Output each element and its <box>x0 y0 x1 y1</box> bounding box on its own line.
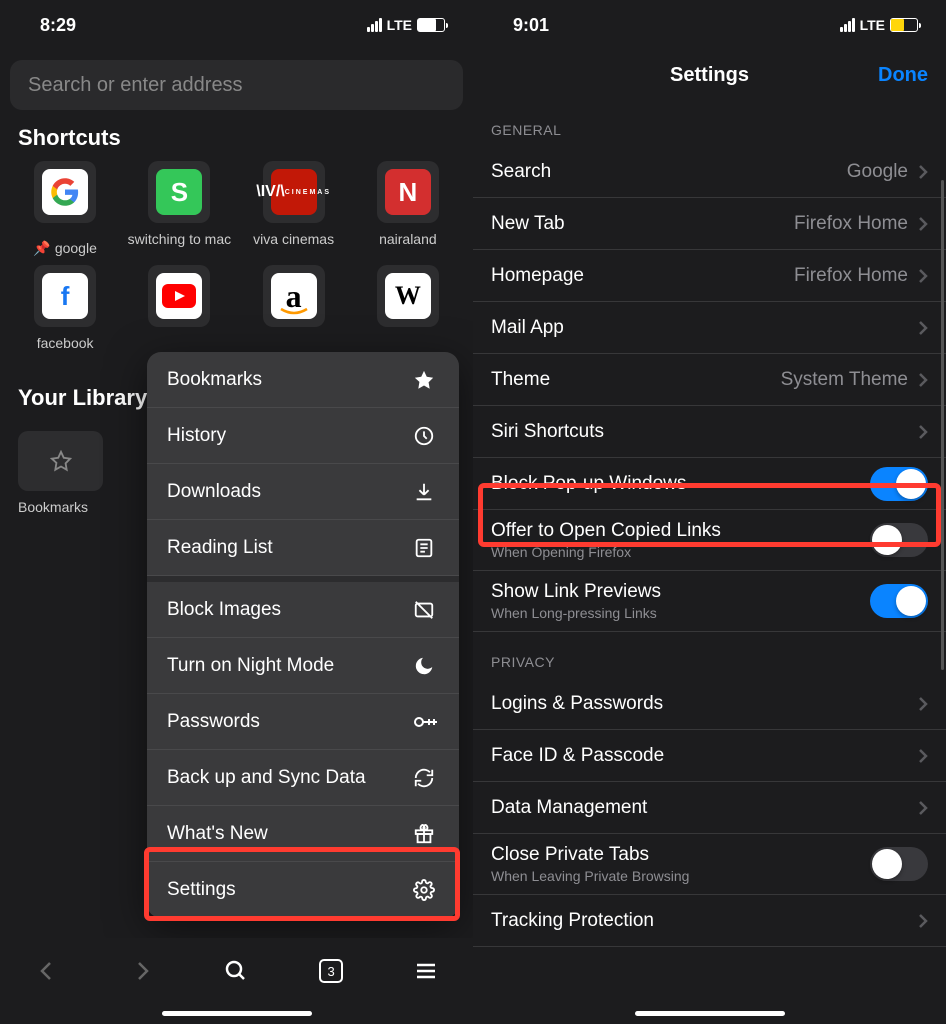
home-indicator <box>162 1011 312 1016</box>
sync-icon <box>413 767 439 789</box>
toggle-block-popups[interactable] <box>870 467 928 501</box>
tabs-button[interactable]: 3 <box>309 949 353 993</box>
shortcut-facebook[interactable]: f facebook <box>12 265 118 369</box>
privacy-caption: PRIVACY <box>473 632 946 678</box>
general-caption: GENERAL <box>473 100 946 146</box>
menu-passwords[interactable]: Passwords <box>147 694 459 750</box>
shortcut-switching[interactable]: S switching to mac <box>126 161 232 265</box>
menu-button[interactable] <box>404 949 448 993</box>
toggle-copied-links[interactable] <box>870 523 928 557</box>
menu-reading-list[interactable]: Reading List <box>147 520 459 576</box>
shortcuts-title: Shortcuts <box>0 125 473 161</box>
chevron-right-icon <box>918 216 928 232</box>
chevron-right-icon <box>918 164 928 180</box>
setting-siri[interactable]: Siri Shortcuts <box>473 406 946 458</box>
setting-link-previews[interactable]: Show Link PreviewsWhen Long-pressing Lin… <box>473 571 946 632</box>
menu-downloads[interactable]: Downloads <box>147 464 459 520</box>
signal-icon <box>840 18 855 32</box>
chevron-right-icon <box>918 372 928 388</box>
reading-icon <box>413 537 439 559</box>
battery-icon <box>417 18 445 32</box>
status-indicators: LTE <box>367 17 445 33</box>
library-bookmarks-tile[interactable] <box>18 431 103 491</box>
download-icon <box>413 481 439 503</box>
setting-copied-links[interactable]: Offer to Open Copied LinksWhen Opening F… <box>473 510 946 571</box>
privacy-list: Logins & Passwords Face ID & Passcode Da… <box>473 678 946 947</box>
menu-settings[interactable]: Settings <box>147 862 459 918</box>
scroll-indicator <box>941 180 944 670</box>
chevron-right-icon <box>918 748 928 764</box>
no-image-icon <box>413 599 439 621</box>
shortcut-label: switching to mac <box>128 231 231 265</box>
setting-logins[interactable]: Logins & Passwords <box>473 678 946 730</box>
settings-title: Settings <box>670 64 749 87</box>
address-bar[interactable]: Search or enter address <box>10 60 463 110</box>
menu-history[interactable]: History <box>147 408 459 464</box>
shortcut-label: facebook <box>37 335 94 369</box>
general-list: Search Google New Tab Firefox Home Homep… <box>473 146 946 632</box>
setting-mail-app[interactable]: Mail App <box>473 302 946 354</box>
shortcut-google[interactable]: 📌google <box>12 161 118 265</box>
shortcut-nairaland[interactable]: N nairaland <box>355 161 461 265</box>
setting-new-tab[interactable]: New Tab Firefox Home <box>473 198 946 250</box>
toggle-link-previews[interactable] <box>870 584 928 618</box>
chevron-right-icon <box>918 424 928 440</box>
address-placeholder: Search or enter address <box>28 74 243 97</box>
chevron-right-icon <box>918 696 928 712</box>
chevron-right-icon <box>918 268 928 284</box>
setting-tracking[interactable]: Tracking Protection <box>473 895 946 947</box>
moon-icon <box>413 655 439 677</box>
status-bar: 8:29 LTE <box>0 0 473 50</box>
status-bar: 9:01 LTE <box>473 0 946 50</box>
setting-theme[interactable]: Theme System Theme <box>473 354 946 406</box>
status-indicators: LTE <box>840 17 918 33</box>
chevron-right-icon <box>918 800 928 816</box>
pin-icon: 📌 <box>33 240 50 257</box>
battery-icon <box>890 18 918 32</box>
done-button[interactable]: Done <box>878 64 928 87</box>
network-label: LTE <box>860 17 885 33</box>
shortcuts-grid: 📌google S switching to mac \IV/\CINEMAS … <box>0 161 473 369</box>
setting-close-private[interactable]: Close Private TabsWhen Leaving Private B… <box>473 834 946 895</box>
overflow-menu: Bookmarks History Downloads Reading List… <box>147 352 459 918</box>
menu-block-images[interactable]: Block Images <box>147 582 459 638</box>
phone-right: 9:01 LTE Settings Done GENERAL Search Go… <box>473 0 946 1024</box>
status-time: 9:01 <box>513 15 549 36</box>
gear-icon <box>413 879 439 901</box>
shortcut-label: nairaland <box>379 231 437 265</box>
clock-icon <box>413 425 439 447</box>
home-indicator <box>635 1011 785 1016</box>
forward-button[interactable] <box>120 949 164 993</box>
network-label: LTE <box>387 17 412 33</box>
settings-nav: Settings Done <box>473 50 946 100</box>
menu-whats-new[interactable]: What's New <box>147 806 459 862</box>
menu-sync[interactable]: Back up and Sync Data <box>147 750 459 806</box>
setting-faceid[interactable]: Face ID & Passcode <box>473 730 946 782</box>
chevron-right-icon <box>918 913 928 929</box>
gift-icon <box>413 823 439 845</box>
setting-block-popups[interactable]: Block Pop-up Windows <box>473 458 946 510</box>
star-icon <box>413 369 439 391</box>
signal-icon <box>367 18 382 32</box>
shortcut-label: viva cinemas <box>253 231 334 265</box>
setting-search[interactable]: Search Google <box>473 146 946 198</box>
status-time: 8:29 <box>40 15 76 36</box>
shortcut-viva[interactable]: \IV/\CINEMAS viva cinemas <box>241 161 347 265</box>
phone-left: 8:29 LTE Search or enter address Shortcu… <box>0 0 473 1024</box>
menu-night-mode[interactable]: Turn on Night Mode <box>147 638 459 694</box>
key-icon <box>413 711 439 733</box>
setting-data-mgmt[interactable]: Data Management <box>473 782 946 834</box>
chevron-right-icon <box>918 320 928 336</box>
menu-bookmarks[interactable]: Bookmarks <box>147 352 459 408</box>
shortcut-label: 📌google <box>33 231 96 265</box>
setting-homepage[interactable]: Homepage Firefox Home <box>473 250 946 302</box>
toggle-close-private[interactable] <box>870 847 928 881</box>
back-button[interactable] <box>25 949 69 993</box>
search-button[interactable] <box>214 949 258 993</box>
